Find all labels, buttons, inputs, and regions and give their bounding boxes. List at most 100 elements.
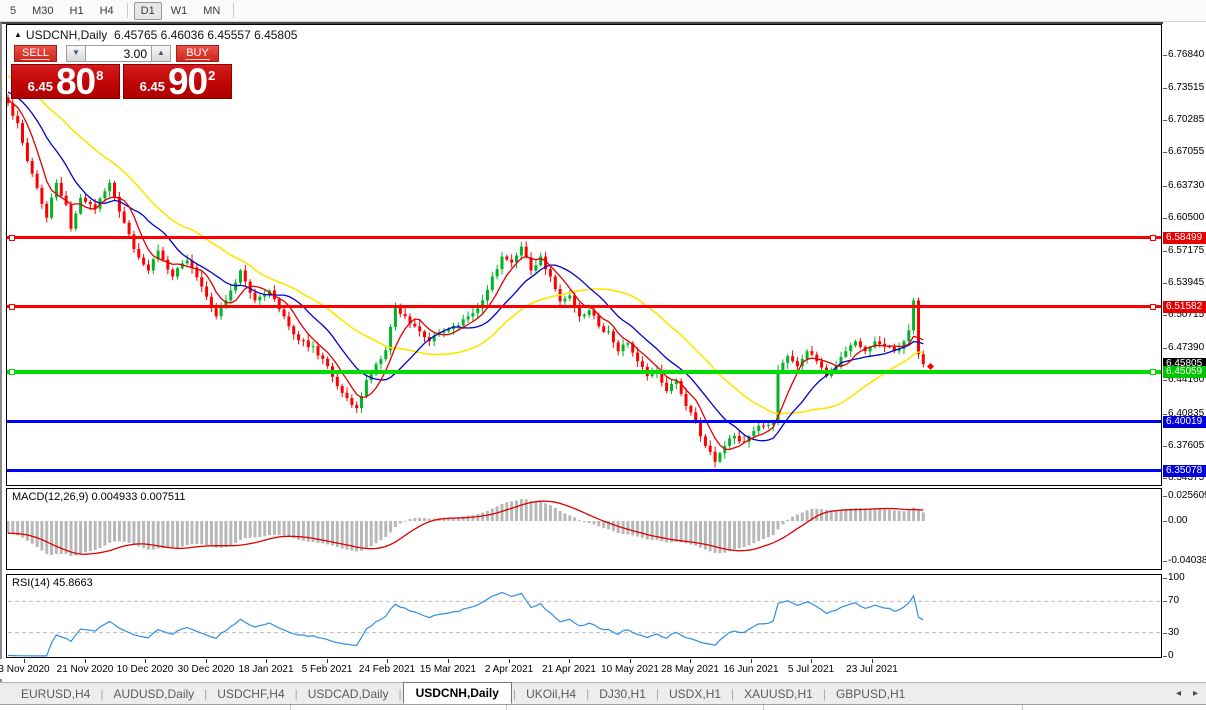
date-axis-label: 3 Nov 2020 bbox=[0, 664, 58, 675]
main-chart-pane: ▲USDCNH,Daily 6.45765 6.46036 6.45557 6.… bbox=[6, 24, 1162, 486]
chart-tab-gbpusd[interactable]: GBPUSD,H1 bbox=[827, 685, 914, 703]
rsi-axis-label: 30 bbox=[1168, 627, 1179, 639]
chart-tab-usdcnh[interactable]: USDCNH,Daily bbox=[403, 682, 512, 704]
tab-scroll-left-icon[interactable]: ◂ bbox=[1176, 688, 1181, 699]
date-axis-tick bbox=[24, 659, 25, 663]
rsi-indicator-pane: RSI(14) 45.8663 bbox=[6, 574, 1162, 658]
price-axis-tick bbox=[1163, 55, 1167, 56]
rsi-axis-label: 100 bbox=[1168, 572, 1185, 584]
price-axis-label: 6.73515 bbox=[1168, 82, 1204, 94]
one-click-trade-panel: SELL ▼ 3.00 ▲ BUY 6.45808 6.45902 bbox=[11, 45, 232, 99]
horizontal-level-line-6.45059[interactable] bbox=[7, 370, 1161, 374]
price-axis[interactable]: 6.768406.735156.702856.670556.637306.605… bbox=[1163, 22, 1206, 682]
date-axis-label: 16 Jun 2021 bbox=[717, 664, 785, 675]
rsi-axis-label: 70 bbox=[1168, 595, 1179, 607]
collapse-panel-arrow-icon[interactable]: ▲ bbox=[14, 30, 22, 39]
date-axis-tick bbox=[85, 659, 86, 663]
chart-tab-usdx[interactable]: USDX,H1 bbox=[660, 685, 730, 703]
sell-button[interactable]: SELL bbox=[14, 45, 57, 62]
volume-input[interactable]: 3.00 bbox=[86, 45, 151, 62]
price-axis-label: 6.53945 bbox=[1168, 277, 1204, 289]
date-axis-tick bbox=[509, 659, 510, 663]
price-axis-tick bbox=[1163, 283, 1167, 284]
chart-tab-usdchf[interactable]: USDCHF,H4 bbox=[208, 685, 293, 703]
price-tag-6.40019: 6.40019 bbox=[1163, 416, 1206, 428]
line-handle[interactable] bbox=[1150, 369, 1156, 375]
horizontal-level-line-6.35078[interactable] bbox=[7, 469, 1161, 472]
chart-tab-xauusd[interactable]: XAUUSD,H1 bbox=[735, 685, 822, 703]
line-handle[interactable] bbox=[9, 369, 15, 375]
spinner-down-icon: ▼ bbox=[72, 48, 80, 57]
terminal-column-divider bbox=[290, 705, 291, 710]
period-button-d1[interactable]: D1 bbox=[134, 2, 162, 20]
price-axis-tick bbox=[1163, 446, 1167, 447]
date-axis-tick bbox=[206, 659, 207, 663]
price-axis-tick bbox=[1163, 478, 1167, 479]
rsi-plot[interactable] bbox=[7, 575, 1161, 657]
date-axis-tick bbox=[751, 659, 752, 663]
price-axis-tick bbox=[1163, 348, 1167, 349]
chart-tab-dj30[interactable]: DJ30,H1 bbox=[590, 685, 655, 703]
time-axis[interactable]: 3 Nov 202021 Nov 202010 Dec 202030 Dec 2… bbox=[0, 659, 1162, 679]
indicator-axis-tick bbox=[1163, 601, 1167, 602]
period-button-w1[interactable]: W1 bbox=[164, 2, 195, 20]
price-tag-6.51582: 6.51582 bbox=[1163, 301, 1206, 313]
price-axis-tick bbox=[1163, 218, 1167, 219]
price-axis-label: 6.57175 bbox=[1168, 245, 1204, 257]
date-axis-tick bbox=[145, 659, 146, 663]
volume-increase-button[interactable]: ▲ bbox=[151, 45, 171, 62]
date-axis-label: 10 Dec 2020 bbox=[111, 664, 179, 675]
tab-scroll-right-icon[interactable]: ▸ bbox=[1193, 688, 1198, 699]
sell-quote-box[interactable]: 6.45808 bbox=[11, 64, 120, 99]
date-axis-label: 21 Nov 2020 bbox=[51, 664, 119, 675]
horizontal-level-line-6.58499[interactable] bbox=[7, 236, 1161, 239]
chart-tab-eurusd[interactable]: EURUSD,H4 bbox=[12, 685, 99, 703]
sell-price-big: 80 bbox=[56, 67, 95, 96]
rsi-axis-label: 0 bbox=[1168, 650, 1174, 662]
date-axis-label: 2 Apr 2021 bbox=[475, 664, 543, 675]
macd-label: MACD(12,26,9) 0.004933 0.007511 bbox=[12, 491, 185, 503]
chart-tabs: EURUSD,H4|AUDUSD,Daily|USDCHF,H4|USDCAD,… bbox=[12, 683, 914, 704]
period-button-5[interactable]: 5 bbox=[3, 2, 23, 20]
chart-tab-ukoil[interactable]: UKOil,H4 bbox=[517, 685, 585, 703]
toolbar-separator bbox=[233, 3, 234, 18]
horizontal-level-line-6.40019[interactable] bbox=[7, 420, 1161, 423]
indicator-axis-tick bbox=[1163, 656, 1167, 657]
date-axis-label: 15 Mar 2021 bbox=[414, 664, 482, 675]
date-axis-label: 30 Dec 2020 bbox=[172, 664, 240, 675]
buy-price-sup: 2 bbox=[208, 68, 215, 83]
macd-axis-label: -0.04038 bbox=[1168, 555, 1206, 567]
period-button-h1[interactable]: H1 bbox=[63, 2, 91, 20]
horizontal-level-line-6.51582[interactable] bbox=[7, 305, 1161, 308]
chart-tab-audusd[interactable]: AUDUSD,Daily bbox=[104, 685, 203, 703]
period-button-h4[interactable]: H4 bbox=[93, 2, 121, 20]
terminal-column-divider bbox=[1022, 705, 1023, 710]
macd-axis-label: 0.00 bbox=[1168, 515, 1187, 527]
period-button-m30[interactable]: M30 bbox=[25, 2, 60, 20]
line-handle[interactable] bbox=[9, 235, 15, 241]
line-handle[interactable] bbox=[1150, 235, 1156, 241]
indicator-axis-tick bbox=[1163, 521, 1167, 522]
line-handle[interactable] bbox=[9, 304, 15, 310]
spinner-up-icon: ▲ bbox=[157, 48, 165, 57]
buy-quote-box[interactable]: 6.45902 bbox=[123, 64, 232, 99]
price-tag-6.45059: 6.45059 bbox=[1163, 366, 1206, 378]
price-axis-tick bbox=[1163, 186, 1167, 187]
volume-decrease-button[interactable]: ▼ bbox=[66, 45, 86, 62]
terminal-column-divider bbox=[506, 705, 507, 710]
period-button-mn[interactable]: MN bbox=[196, 2, 227, 20]
indicator-axis-tick bbox=[1163, 496, 1167, 497]
chart-tab-usdcad[interactable]: USDCAD,Daily bbox=[299, 685, 398, 703]
date-axis-tick bbox=[387, 659, 388, 663]
date-axis-tick bbox=[872, 659, 873, 663]
buy-button[interactable]: BUY bbox=[176, 45, 219, 62]
price-axis-label: 6.47390 bbox=[1168, 342, 1204, 354]
line-handle[interactable] bbox=[1150, 304, 1156, 310]
tab-scroll-arrows: ◂ ▸ bbox=[1176, 688, 1206, 699]
chart-tab-bar: EURUSD,H4|AUDUSD,Daily|USDCHF,H4|USDCAD,… bbox=[0, 682, 1206, 704]
chart-title: ▲USDCNH,Daily 6.45765 6.46036 6.45557 6.… bbox=[14, 28, 297, 42]
date-axis-tick bbox=[569, 659, 570, 663]
date-axis-tick bbox=[630, 659, 631, 663]
price-axis-label: 6.70285 bbox=[1168, 114, 1204, 126]
date-axis-label: 18 Jan 2021 bbox=[232, 664, 300, 675]
